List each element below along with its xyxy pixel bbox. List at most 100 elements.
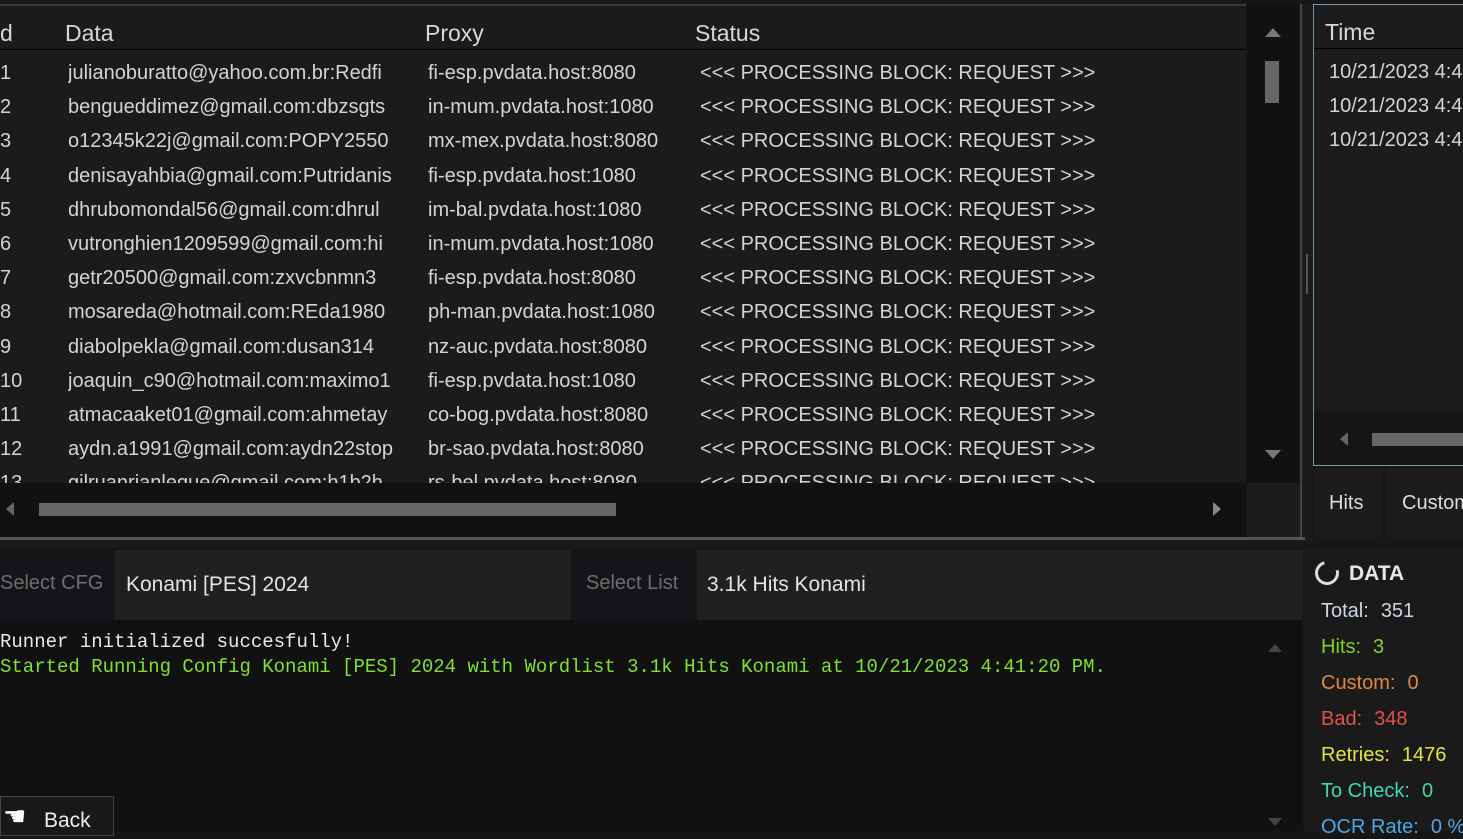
- row-data: aydn.a1991@gmail.com:aydn22stop: [68, 438, 408, 461]
- hits-horizontal-scrollbar[interactable]: [1314, 411, 1463, 466]
- table-row[interactable]: 8 mosareda@hotmail.com:REda1980 ph-man.pvd…: [0, 297, 1246, 331]
- row-proxy: ph-man.pvdata.host:1080: [428, 301, 688, 324]
- table-row[interactable]: 9 diabolpekla@gmail.com:dusan314 nz-auc.pv…: [0, 332, 1246, 366]
- row-data: o12345k22j@gmail.com:POPY2550: [68, 130, 408, 153]
- table-row[interactable]: 4denisayahbia@gmail.com:Putridanisfi-esp…: [0, 161, 1246, 195]
- row-status: <<< PROCESSING BLOCK: REQUEST >>>: [700, 199, 1240, 222]
- hit-time: 10/21/2023 4:4: [1329, 61, 1462, 84]
- row-data: gilruanrianleque@gmail.com:h1b2h: [68, 472, 408, 483]
- hit-row[interactable]: 10/21/2023 4:4: [1329, 125, 1463, 159]
- stat-tocheck: To Check: 0: [1321, 780, 1433, 803]
- column-header-data[interactable]: Data: [65, 20, 114, 47]
- table-row[interactable]: 10joaquin_c90@hotmail.com:maximo1fi-esp.…: [0, 366, 1246, 400]
- row-id: 9: [0, 336, 40, 359]
- hit-time: 10/21/2023 4:4: [1329, 95, 1462, 118]
- vertical-splitter[interactable]: [1300, 4, 1312, 544]
- scroll-up-icon[interactable]: [1268, 644, 1282, 652]
- row-proxy: im-bal.pvdata.host:1080: [428, 199, 688, 222]
- hit-row[interactable]: 10/21/2023 4:4: [1329, 57, 1463, 91]
- table-row[interactable]: 11atmacaaket01@gmail.com:ahmetayco-bog.p…: [0, 400, 1246, 434]
- row-status: <<< PROCESSING BLOCK: REQUEST >>>: [700, 301, 1240, 324]
- table-row[interactable]: 6vutronghien1209599@gmail.com:hiin-mum.p…: [0, 229, 1246, 263]
- row-data: vutronghien1209599@gmail.com:hi: [68, 233, 408, 256]
- row-data: atmacaaket01@gmail.com:ahmetay: [68, 404, 408, 427]
- stat-value: 348: [1374, 708, 1407, 730]
- select-cfg-button[interactable]: Select CFG: [0, 550, 115, 620]
- log-line: Runner initialized succesfully!: [0, 631, 1303, 656]
- stat-label: Total:: [1321, 600, 1369, 622]
- table-row[interactable]: 12aydn.a1991@gmail.com:aydn22stopbr-sao.…: [0, 434, 1246, 468]
- stats-title: DATA: [1349, 562, 1404, 586]
- table-row[interactable]: 5 dhrubomondal56@gmail.com:dhrul im-bal.pv…: [0, 195, 1246, 229]
- horizontal-splitter[interactable]: [0, 537, 1305, 548]
- table-row[interactable]: 3 o12345k22j@gmail.com:POPY2550 mx-mex.pvd…: [0, 126, 1246, 160]
- column-header-status[interactable]: Status: [695, 20, 760, 47]
- row-proxy: fi-esp.pvdata.host:8080: [428, 62, 688, 85]
- scroll-left-icon[interactable]: [6, 502, 14, 516]
- back-button[interactable]: ☚ Back: [0, 796, 114, 836]
- log-line: Started Running Config Konami [PES] 2024…: [0, 656, 1303, 681]
- column-header-proxy[interactable]: Proxy: [425, 20, 484, 47]
- row-proxy: in-mum.pvdata.host:1080: [428, 96, 688, 119]
- stat-bad: Bad: 348: [1321, 708, 1408, 731]
- row-status: <<< PROCESSING BLOCK: REQUEST >>>: [700, 267, 1240, 290]
- splitter-grip[interactable]: [1306, 254, 1308, 294]
- scrollbar-thumb[interactable]: [39, 503, 616, 516]
- stat-label: To Check:: [1321, 780, 1410, 802]
- row-data: diabolpekla@gmail.com:dusan314: [68, 336, 408, 359]
- table-row[interactable]: 13gilruanrianleque@gmail.com:h1b2hrs-bel…: [0, 468, 1246, 483]
- scrollbar-corner: [1247, 483, 1299, 537]
- selected-cfg: Konami [PES] 2024: [126, 573, 309, 597]
- scroll-down-icon[interactable]: [1265, 450, 1281, 459]
- row-id: 8: [0, 301, 40, 324]
- row-proxy: in-mum.pvdata.host:1080: [428, 233, 688, 256]
- stat-ocrrate: OCR Rate:0 %: [1321, 816, 1463, 839]
- row-data: mosareda@hotmail.com:REda1980: [68, 301, 408, 324]
- stat-value: 0: [1422, 780, 1433, 802]
- selected-list: 3.1k Hits Konami: [707, 573, 866, 597]
- tab-custom[interactable]: Custom: [1386, 468, 1463, 537]
- row-proxy: co-bog.pvdata.host:8080: [428, 404, 688, 427]
- select-list-button[interactable]: Select List: [571, 550, 697, 620]
- row-status: <<< PROCESSING BLOCK: REQUEST >>>: [700, 233, 1240, 256]
- scroll-down-icon[interactable]: [1268, 818, 1282, 826]
- row-status: <<< PROCESSING BLOCK: REQUEST >>>: [700, 96, 1240, 119]
- column-header-id[interactable]: d: [0, 20, 13, 47]
- table-row[interactable]: 7getr20500@gmail.com:zxvcbnmn3fi-esp.pvd…: [0, 263, 1246, 297]
- scrollbar-thumb[interactable]: [1372, 433, 1463, 446]
- stat-retries: Retries:1476: [1321, 744, 1446, 767]
- row-proxy: fi-esp.pvdata.host:8080: [428, 267, 688, 290]
- stat-value: 1476: [1402, 744, 1447, 766]
- row-id: 3: [0, 130, 40, 153]
- horizontal-scrollbar[interactable]: [0, 483, 1246, 537]
- results-tabs: Hits Custom: [1313, 468, 1463, 537]
- row-data: dhrubomondal56@gmail.com:dhrul: [68, 199, 408, 222]
- row-status: <<< PROCESSING BLOCK: REQUEST >>>: [700, 62, 1240, 85]
- row-proxy: mx-mex.pvdata.host:8080: [428, 130, 688, 153]
- row-id: 5: [0, 199, 40, 222]
- header-divider: [0, 49, 1246, 50]
- scroll-left-icon[interactable]: [1340, 432, 1348, 446]
- stat-label: OCR Rate:: [1321, 816, 1419, 838]
- scroll-up-icon[interactable]: [1265, 28, 1281, 37]
- row-data: julianoburatto@yahoo.com.br:Redfi: [68, 62, 408, 85]
- row-status: <<< PROCESSING BLOCK: REQUEST >>>: [700, 165, 1240, 188]
- row-status: <<< PROCESSING BLOCK: REQUEST >>>: [700, 370, 1240, 393]
- scrollbar-thumb[interactable]: [1265, 61, 1279, 103]
- row-proxy: nz-auc.pvdata.host:8080: [428, 336, 688, 359]
- tab-hits[interactable]: Hits: [1313, 468, 1383, 537]
- table-row[interactable]: 2bengueddimez@gmail.com:dbzsgtsin-mum.pv…: [0, 92, 1246, 126]
- column-header-time[interactable]: Time: [1325, 19, 1375, 46]
- stats-panel: DATA Total:351Hits:3Custom:0Bad:348Retri…: [1305, 548, 1463, 831]
- hit-row[interactable]: 10/21/2023 4:4: [1329, 91, 1463, 125]
- table-row[interactable]: 1julianoburatto@yahoo.com.br:Redfifi-esp…: [0, 58, 1246, 92]
- hit-time: 10/21/2023 4:4: [1329, 129, 1462, 152]
- stat-label: Bad:: [1321, 708, 1362, 730]
- stat-total: Total:351: [1321, 600, 1414, 623]
- stat-hits: Hits:3: [1321, 636, 1384, 659]
- row-id: 10: [0, 370, 40, 393]
- hand-pointer-icon: ☚: [3, 801, 26, 832]
- vertical-scrollbar[interactable]: [1247, 4, 1299, 483]
- row-proxy: fi-esp.pvdata.host:1080: [428, 165, 688, 188]
- scroll-right-icon[interactable]: [1213, 502, 1221, 516]
